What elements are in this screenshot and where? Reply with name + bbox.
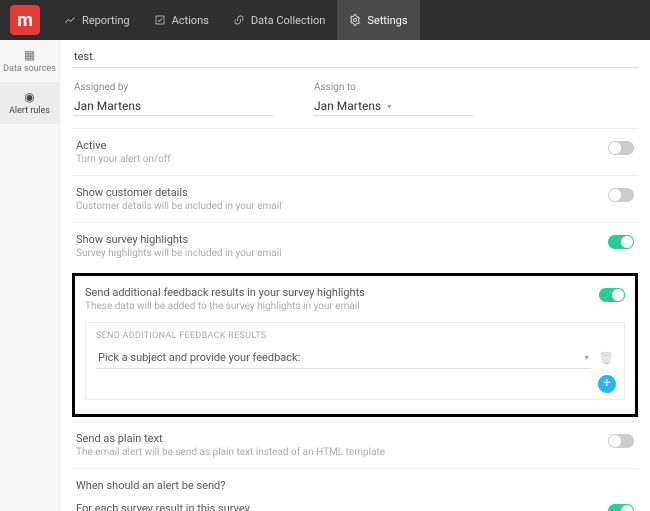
nav-label: Actions <box>172 14 209 27</box>
setting-sub: Customer details will be included in you… <box>76 201 282 212</box>
nav-label: Settings <box>367 14 407 27</box>
setting-title: Show survey highlights <box>76 233 282 246</box>
assign-to-value: Jan Martens <box>314 99 381 113</box>
nav-actions[interactable]: Actions <box>142 0 221 40</box>
chart-icon <box>64 14 76 26</box>
sidebar-item-data-sources[interactable]: ▦ Data sources <box>0 40 59 82</box>
nav-data-collection[interactable]: Data Collection <box>221 0 338 40</box>
gear-icon <box>349 14 361 26</box>
setting-title: Send additional feedback results in your… <box>85 286 365 299</box>
setting-title: Send as plain text <box>76 432 385 445</box>
when-answer: For each survey result in this survey <box>76 502 250 511</box>
setting-sub: Survey highlights will be included in yo… <box>76 248 282 259</box>
target-icon: ◉ <box>2 90 57 104</box>
toggle-survey-highlights[interactable] <box>608 235 634 249</box>
setting-sub: The email alert will be send as plain te… <box>76 447 385 458</box>
when-block: When should an alert be send? For each s… <box>72 468 638 511</box>
nav-settings[interactable]: Settings <box>337 0 419 40</box>
setting-plain-text: Send as plain text The email alert will … <box>72 421 638 468</box>
sidebar-item-label: Data sources <box>3 64 56 74</box>
assign-to-select[interactable]: Jan Martens ▾ <box>314 99 474 116</box>
assign-to-label: Assign to <box>314 82 474 93</box>
setting-title: Show customer details <box>76 186 282 199</box>
setting-sub: Turn your alert on/off <box>76 154 171 165</box>
setting-customer-details: Show customer details Customer details w… <box>72 175 638 222</box>
nav-label: Reporting <box>82 14 130 27</box>
chevron-down-icon: ▾ <box>585 353 589 362</box>
delete-icon[interactable]: 🗑 <box>599 351 614 365</box>
toggle-plain-text[interactable] <box>608 434 634 448</box>
main-panel: test Assigned by Jan Martens Assign to J… <box>60 40 650 511</box>
toggle-when[interactable] <box>608 504 634 511</box>
assign-row: Assigned by Jan Martens Assign to Jan Ma… <box>72 78 638 128</box>
topbar: m Reporting Actions Data Collection Sett… <box>0 0 650 40</box>
additional-feedback-box: Send additional feedback results in your… <box>72 273 638 417</box>
subsection-header: SEND ADDITIONAL FEEDBACK RESULTS <box>96 331 614 341</box>
check-icon <box>154 14 166 26</box>
setting-additional-feedback: Send additional feedback results in your… <box>85 286 625 322</box>
setting-survey-highlights: Show survey highlights Survey highlights… <box>72 222 638 269</box>
sidebar: ▦ Data sources ◉ Alert rules <box>0 40 60 511</box>
chevron-down-icon: ▾ <box>387 102 391 111</box>
link-icon <box>233 14 245 26</box>
toggle-customer-details[interactable] <box>608 188 634 202</box>
app-logo: m <box>10 5 40 35</box>
sidebar-item-alert-rules[interactable]: ◉ Alert rules <box>0 82 59 124</box>
nav-reporting[interactable]: Reporting <box>52 0 142 40</box>
toggle-active[interactable] <box>608 141 634 155</box>
add-button[interactable]: + <box>598 375 616 393</box>
setting-active: Active Turn your alert on/off <box>72 128 638 175</box>
select-value: Pick a subject and provide your feedback… <box>98 351 300 364</box>
sidebar-item-label: Alert rules <box>9 106 50 116</box>
feedback-subject-select[interactable]: Pick a subject and provide your feedback… <box>96 347 591 369</box>
assigned-by-label: Assigned by <box>74 82 274 93</box>
additional-feedback-subsection: SEND ADDITIONAL FEEDBACK RESULTS Pick a … <box>85 322 625 400</box>
rule-name-input[interactable]: test <box>72 46 638 68</box>
setting-title: Active <box>76 139 171 152</box>
nav-label: Data Collection <box>251 14 326 27</box>
when-question: When should an alert be send? <box>76 479 634 492</box>
toggle-additional-feedback[interactable] <box>599 288 625 302</box>
grid-icon: ▦ <box>2 48 57 62</box>
assigned-by-value: Jan Martens <box>74 99 274 116</box>
setting-sub: These data will be added to the survey h… <box>85 301 365 312</box>
